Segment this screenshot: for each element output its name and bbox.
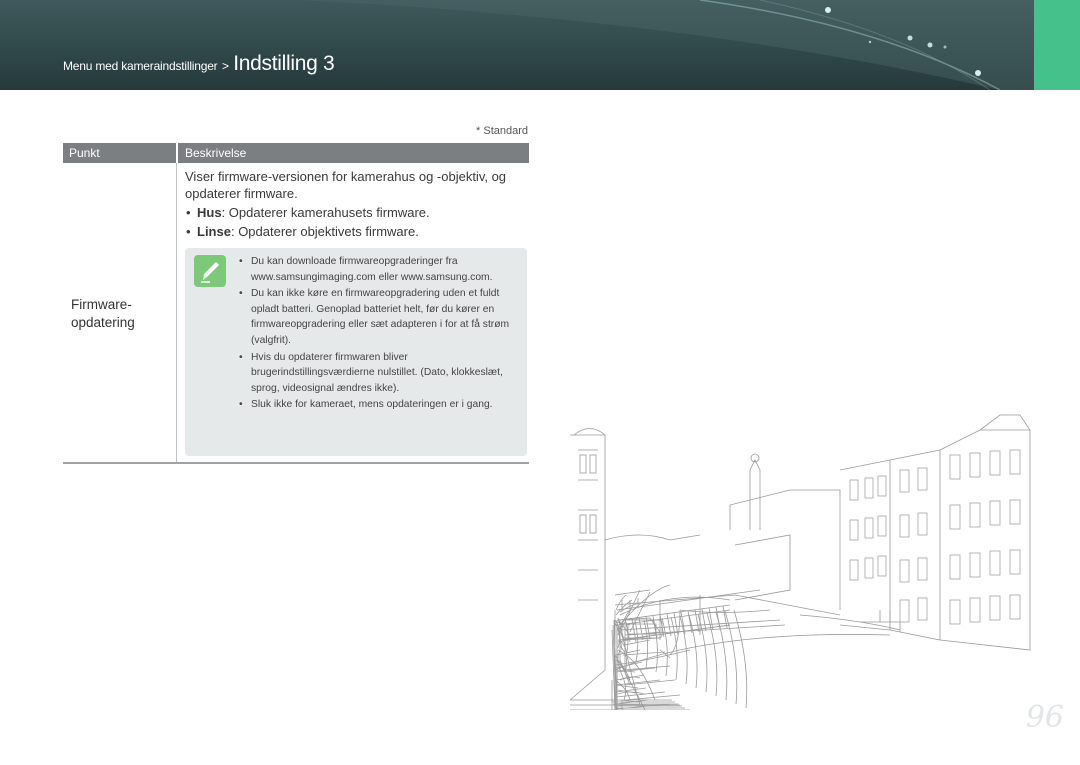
list-item: Hvis du opdaterer firmwaren bliver bruge… [239, 350, 522, 397]
header-separator [176, 143, 178, 163]
option-term: Linse [197, 224, 231, 239]
page-number: 96 [1025, 700, 1064, 735]
column-divider [176, 163, 177, 463]
item-label-part: Firmware- [71, 297, 132, 312]
chapter-tab[interactable] [1034, 0, 1080, 90]
note-box: Du kan downloade firmwareopgraderinger f… [185, 248, 527, 456]
breadcrumb-parent[interactable]: Menu med kameraindstillinger [63, 59, 218, 73]
list-item: Sluk ikke for kameraet, mens opdateringe… [239, 397, 522, 413]
table-row-description: Viser firmware-versionen for kamerahus o… [185, 168, 530, 242]
breadcrumb: Menu med kameraindstillinger > Indstilli… [63, 52, 335, 76]
pencil-note-icon [194, 255, 226, 287]
page-header: Menu med kameraindstillinger > Indstilli… [0, 0, 1034, 90]
item-label-part: opdatering [71, 315, 135, 330]
note-list: Du kan downloade firmwareopgraderinger f… [239, 254, 522, 414]
description-intro: Viser firmware-versionen for kamerahus o… [185, 169, 507, 201]
option-text: : Opdaterer kamerahusets firmware. [221, 205, 430, 220]
item-label-line1: Firmware-opdatering [71, 297, 135, 330]
column-header-description: Beskrivelse [185, 146, 247, 160]
table-row-item: Firmware-opdatering [71, 296, 135, 332]
city-sketch-illustration [569, 414, 1031, 710]
column-header-item: Punkt [69, 146, 100, 160]
list-item: Du kan downloade firmwareopgraderinger f… [239, 254, 522, 285]
list-item: Linse: Opdaterer objektivets firmware. [185, 223, 530, 240]
table-header: Punkt Beskrivelse [63, 143, 529, 163]
list-item: Du kan ikke køre en firmwareopgradering … [239, 286, 522, 348]
table-bottom-rule [63, 462, 529, 464]
option-text: : Opdaterer objektivets firmware. [230, 224, 419, 239]
option-list: Hus: Opdaterer kamerahusets firmware. Li… [185, 204, 530, 240]
page-title: Indstilling 3 [233, 52, 335, 75]
standard-note: * Standard [476, 125, 528, 137]
breadcrumb-separator: > [221, 59, 229, 73]
option-term: Hus [197, 205, 222, 220]
list-item: Hus: Opdaterer kamerahusets firmware. [185, 204, 530, 221]
header-decoration [300, 0, 1034, 90]
